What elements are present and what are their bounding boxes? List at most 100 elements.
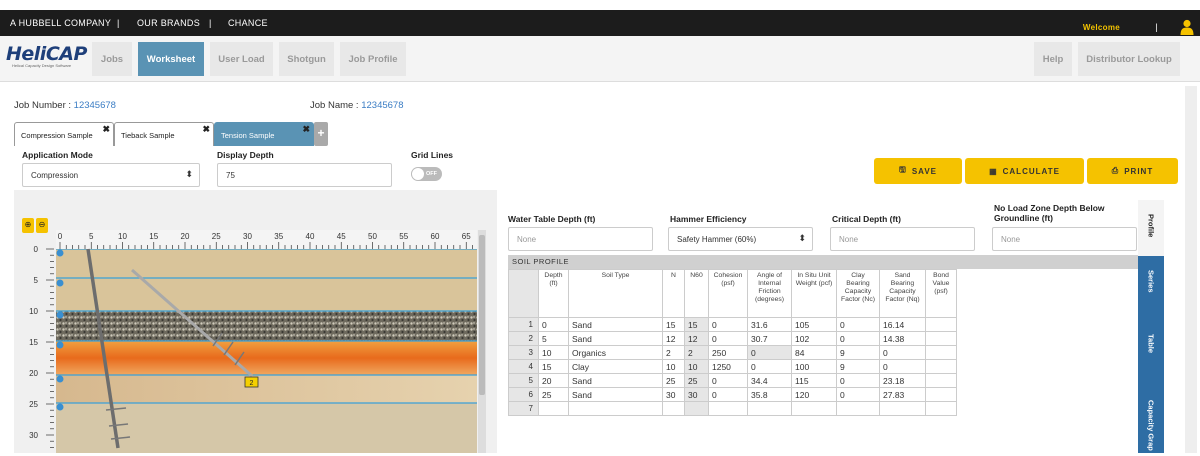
close-icon[interactable]: ✖ [302, 124, 310, 135]
water-table-input[interactable]: None [508, 227, 653, 251]
cell-angle[interactable]: 0 [747, 345, 792, 360]
cell-cohesion[interactable] [708, 401, 748, 416]
nav-jobs[interactable]: Jobs [92, 42, 132, 76]
zoom-in-icon[interactable]: ⊕ [22, 218, 34, 233]
cell-n[interactable]: 15 [662, 317, 685, 332]
cell-nq[interactable]: 27.83 [879, 387, 926, 402]
cell-bond[interactable] [925, 317, 957, 332]
table-row[interactable]: 2 5 Sand 12 12 0 30.7 102 0 14.38 [508, 331, 957, 346]
side-tab-profile[interactable]: Profile [1138, 200, 1164, 256]
cell-type[interactable]: Organics [568, 345, 663, 360]
side-tab-capacity-graph[interactable]: Capacity Grap [1138, 386, 1164, 453]
cell-cohesion[interactable]: 0 [708, 373, 748, 388]
brands-link[interactable]: OUR BRANDS [137, 18, 200, 28]
cell-weight[interactable]: 115 [791, 373, 837, 388]
calculate-button[interactable]: ▦ CALCULATE [965, 158, 1084, 184]
cell-cohesion[interactable]: 250 [708, 345, 748, 360]
cell-depth[interactable]: 0 [538, 317, 569, 332]
cell-depth[interactable]: 20 [538, 373, 569, 388]
cell-n[interactable]: 10 [662, 359, 685, 374]
cell-nq[interactable]: 0 [879, 359, 926, 374]
cell-n[interactable]: 2 [662, 345, 685, 360]
nav-job-profile[interactable]: Job Profile [340, 42, 406, 76]
cell-n60[interactable]: 30 [684, 387, 709, 402]
cell-weight[interactable]: 84 [791, 345, 837, 360]
cell-nc[interactable]: 0 [836, 373, 880, 388]
cell-n60[interactable] [684, 401, 709, 416]
side-tab-table[interactable]: Table [1138, 320, 1164, 386]
cell-type[interactable]: Sand [568, 373, 663, 388]
close-icon[interactable]: ✖ [102, 124, 110, 135]
nav-help[interactable]: Help [1034, 42, 1072, 76]
cell-type[interactable]: Sand [568, 331, 663, 346]
cell-nc[interactable]: 0 [836, 317, 880, 332]
cell-cohesion[interactable]: 0 [708, 331, 748, 346]
cell-angle[interactable]: 34.4 [747, 373, 792, 388]
nav-worksheet[interactable]: Worksheet [138, 42, 204, 76]
table-row[interactable]: 7 [508, 401, 957, 416]
cell-bond[interactable] [925, 387, 957, 402]
helicap-logo[interactable]: HeliCAP Helical Capacity Design Software [6, 43, 87, 77]
cell-n[interactable] [662, 401, 685, 416]
table-row[interactable]: 3 10 Organics 2 2 250 0 84 9 0 [508, 345, 957, 360]
side-tab-series[interactable]: Series [1138, 256, 1164, 320]
save-button[interactable]: 🖫 SAVE [874, 158, 962, 184]
cell-n[interactable]: 12 [662, 331, 685, 346]
cell-depth[interactable]: 10 [538, 345, 569, 360]
cell-type[interactable]: Sand [568, 387, 663, 402]
cell-cohesion[interactable]: 0 [708, 317, 748, 332]
cell-bond[interactable] [925, 331, 957, 346]
cell-angle[interactable]: 30.7 [747, 331, 792, 346]
cell-n[interactable]: 25 [662, 373, 685, 388]
cell-cohesion[interactable]: 0 [708, 387, 748, 402]
cell-n60[interactable]: 10 [684, 359, 709, 374]
cell-angle[interactable]: 35.8 [747, 387, 792, 402]
cell-nq[interactable] [879, 401, 926, 416]
tab-compression-sample[interactable]: Compression Sample ✖ [14, 122, 114, 146]
tab-tieback-sample[interactable]: Tieback Sample ✖ [114, 122, 214, 146]
cell-nc[interactable] [836, 401, 880, 416]
cell-weight[interactable]: 105 [791, 317, 837, 332]
cell-n60[interactable]: 15 [684, 317, 709, 332]
table-row[interactable]: 5 20 Sand 25 25 0 34.4 115 0 23.18 [508, 373, 957, 388]
application-mode-select[interactable]: Compression ⬍ [22, 163, 200, 187]
cell-weight[interactable]: 120 [791, 387, 837, 402]
cell-angle[interactable]: 31.6 [747, 317, 792, 332]
cell-nq[interactable]: 0 [879, 345, 926, 360]
company-link[interactable]: A HUBBELL COMPANY [10, 18, 111, 28]
user-icon[interactable] [1180, 19, 1194, 35]
cell-bond[interactable] [925, 401, 957, 416]
cell-type[interactable]: Clay [568, 359, 663, 374]
cell-weight[interactable]: 100 [791, 359, 837, 374]
table-row[interactable]: 6 25 Sand 30 30 0 35.8 120 0 27.83 [508, 387, 957, 402]
cell-angle[interactable]: 0 [747, 359, 792, 374]
grid-lines-toggle[interactable]: OFF [411, 167, 442, 181]
cell-n[interactable]: 30 [662, 387, 685, 402]
cell-nq[interactable]: 14.38 [879, 331, 926, 346]
cell-nq[interactable]: 16.14 [879, 317, 926, 332]
page-scrollbar[interactable] [1185, 86, 1197, 453]
print-button[interactable]: ⎙ PRINT [1087, 158, 1178, 184]
cell-n60[interactable]: 12 [684, 331, 709, 346]
cell-nq[interactable]: 23.18 [879, 373, 926, 388]
nav-distributor-lookup[interactable]: Distributor Lookup [1078, 42, 1180, 76]
cell-cohesion[interactable]: 1250 [708, 359, 748, 374]
critical-depth-input[interactable]: None [830, 227, 975, 251]
cell-n60[interactable]: 2 [684, 345, 709, 360]
table-row[interactable]: 4 15 Clay 10 10 1250 0 100 9 0 [508, 359, 957, 374]
cell-bond[interactable] [925, 345, 957, 360]
zoom-out-icon[interactable]: ⊖ [36, 218, 48, 233]
hammer-efficiency-select[interactable]: Safety Hammer (60%) ⬍ [668, 227, 813, 251]
cell-nc[interactable]: 0 [836, 331, 880, 346]
nav-user-load[interactable]: User Load [210, 42, 273, 76]
cell-depth[interactable]: 15 [538, 359, 569, 374]
no-load-zone-input[interactable]: None [992, 227, 1137, 251]
close-icon[interactable]: ✖ [202, 124, 210, 135]
tab-tension-sample[interactable]: Tension Sample ✖ [214, 122, 314, 146]
chance-link[interactable]: CHANCE [228, 18, 268, 28]
cell-nc[interactable]: 0 [836, 387, 880, 402]
nav-shotgun[interactable]: Shotgun [279, 42, 334, 76]
cell-type[interactable] [568, 401, 663, 416]
cell-nc[interactable]: 9 [836, 359, 880, 374]
cell-angle[interactable] [747, 401, 792, 416]
